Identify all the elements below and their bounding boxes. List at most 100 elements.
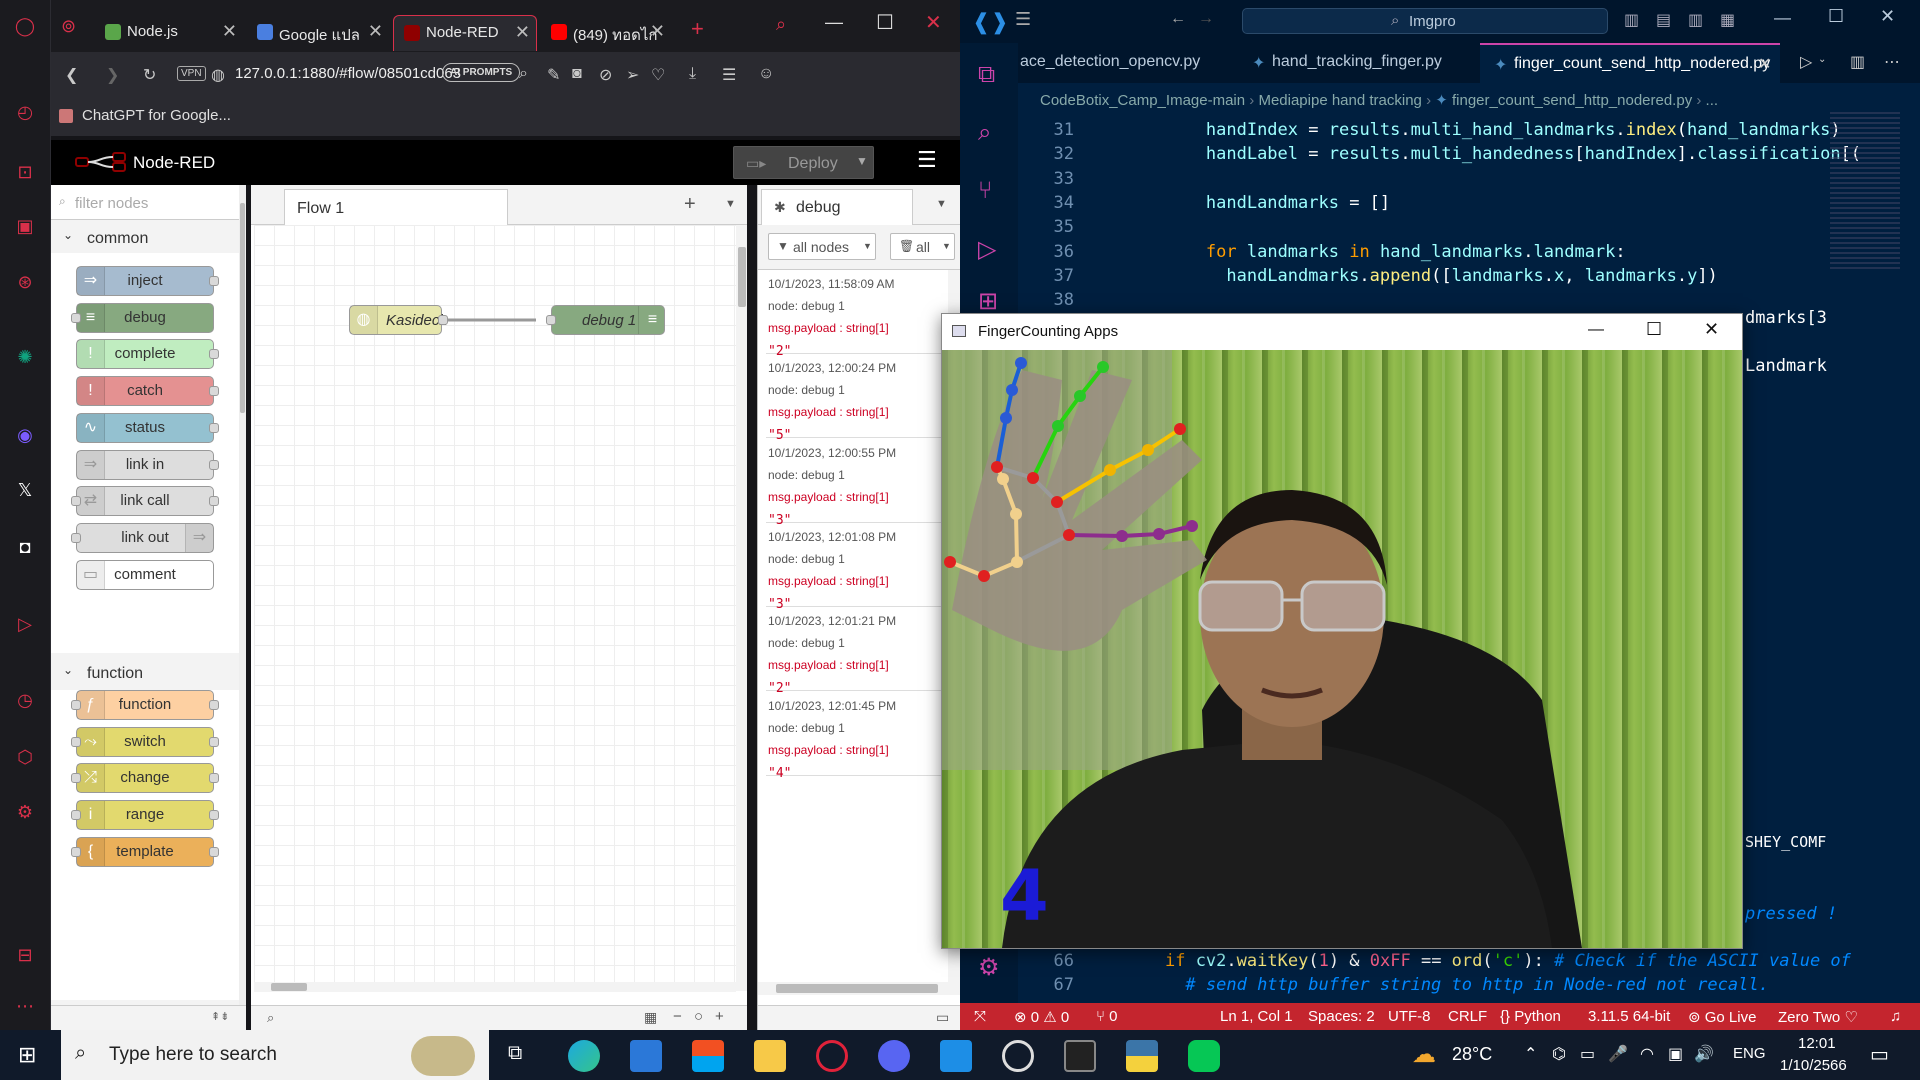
breadcrumb-item[interactable]: CodeBotix_Camp_Image-main xyxy=(1040,92,1245,109)
category-function-header[interactable]: ⌄ function xyxy=(51,655,239,689)
input-port[interactable] xyxy=(546,315,556,325)
toggle-secondary-sidebar-icon[interactable]: ▥ xyxy=(1688,10,1703,30)
code-line[interactable]: 38 xyxy=(1018,288,1858,312)
breadcrumb-item[interactable]: Mediapipe hand tracking xyxy=(1258,92,1421,109)
command-center[interactable]: ⌕ Imgpro xyxy=(1242,8,1608,34)
breadcrumb-item[interactable]: ... xyxy=(1706,92,1719,109)
code-line[interactable]: 34 handLandmarks = [] xyxy=(1018,191,1858,215)
split-editor-icon[interactable]: ▥ xyxy=(1850,52,1865,72)
extensions-icon[interactable]: ⊞ xyxy=(978,287,998,316)
extensions-icon[interactable]: ⬡ xyxy=(13,745,37,769)
battery-icon[interactable]: ▭ xyxy=(1580,1044,1595,1064)
opera-taskbar-icon[interactable] xyxy=(816,1040,848,1072)
edit-icon[interactable]: ✎ xyxy=(547,65,560,85)
flow-list-dropdown-icon[interactable]: ▼ xyxy=(725,198,736,210)
toggle-sidebar-icon[interactable]: ▥ xyxy=(1624,10,1639,30)
ai-prompts-button[interactable]: AI PROMPTS xyxy=(442,63,521,82)
maximize-button[interactable]: ☐ xyxy=(1646,319,1662,340)
discord-taskbar-icon[interactable] xyxy=(878,1040,910,1072)
bookmark-chatgpt[interactable]: ChatGPT for Google... xyxy=(82,107,231,124)
minimap[interactable] xyxy=(1830,112,1900,272)
code-line[interactable]: 67 # send http buffer string to http in … xyxy=(1018,973,1858,997)
debug-filter-button[interactable]: ▼ all nodes ▼ xyxy=(768,233,876,260)
close-window-button[interactable]: ✕ xyxy=(925,10,942,35)
workspace-hscrollbar[interactable] xyxy=(254,982,736,992)
palette-node-inject[interactable]: ⇒ inject xyxy=(76,266,219,296)
shopping-icon[interactable]: ⊡ xyxy=(13,160,37,184)
url-field[interactable]: 127.0.0.1:1880/#flow/08501cd063 xyxy=(235,65,461,82)
send-icon[interactable]: ➢ xyxy=(626,65,639,85)
navigator-icon[interactable]: ▦ xyxy=(644,1009,657,1026)
back-icon[interactable]: ❮ xyxy=(65,65,78,85)
terminal-icon[interactable] xyxy=(1064,1040,1096,1072)
close-icon[interactable]: ✕ xyxy=(222,21,237,42)
code-line[interactable]: 32 handLabel = results.multi_handedness[… xyxy=(1018,142,1862,166)
sidebar-dropdown-icon[interactable]: ▼ xyxy=(936,198,947,210)
obs-icon[interactable] xyxy=(1002,1040,1034,1072)
mail-icon[interactable] xyxy=(630,1040,662,1072)
search-page-icon[interactable]: ⌕ xyxy=(519,65,528,83)
code-line[interactable]: 37 handLandmarks.append([landmarks.x, la… xyxy=(1018,264,1858,288)
go-live-button[interactable]: ⊚ Go Live xyxy=(1688,1008,1756,1026)
run-python-icon[interactable]: ▷ xyxy=(1800,52,1812,72)
filter-nodes-input[interactable]: filter nodes xyxy=(75,195,148,212)
display-icon[interactable]: ▣ xyxy=(1668,1044,1683,1064)
taskbar-search[interactable]: ⌕ Type here to search xyxy=(61,1030,489,1080)
palette-node-range[interactable]: i range xyxy=(71,800,219,831)
tab-hand-tracking[interactable]: ✦ hand_tracking_finger.py xyxy=(1238,43,1478,83)
store-icon[interactable] xyxy=(692,1040,724,1072)
palette-node-complete[interactable]: ! complete xyxy=(76,339,219,370)
remote-icon[interactable]: ⤧ xyxy=(974,1008,986,1025)
workspace-vscrollbar[interactable] xyxy=(736,225,747,991)
discord-icon[interactable]: ◘ xyxy=(13,535,37,559)
palette-node-status[interactable]: ∿ status xyxy=(76,412,219,443)
toggle-panel-icon[interactable]: ▤ xyxy=(1656,10,1671,30)
menu-icon[interactable]: ☰ xyxy=(1015,9,1031,30)
reload-icon[interactable]: ↻ xyxy=(143,65,156,85)
category-common-header[interactable]: ⌄ common xyxy=(51,220,239,254)
weather-icon[interactable]: ☁ xyxy=(1412,1040,1436,1069)
add-flow-button[interactable]: + xyxy=(684,193,696,216)
profile-icon[interactable]: ☺ xyxy=(758,65,774,83)
theme-indicator[interactable]: Zero Two ♡ xyxy=(1778,1008,1858,1026)
forward-icon[interactable]: ❯ xyxy=(106,65,119,85)
language-indicator[interactable]: ENG xyxy=(1733,1045,1766,1062)
tab-node-red[interactable]: Node-RED ✕ xyxy=(393,15,537,51)
palette-search[interactable]: ⌕ filter nodes xyxy=(51,185,246,220)
workspaces-icon[interactable]: ⊚ xyxy=(61,16,76,37)
maximize-button[interactable]: ☐ xyxy=(876,10,894,35)
flow-node-kasidech[interactable]: ◍ Kasidech xyxy=(349,305,448,335)
line-icon[interactable] xyxy=(1188,1040,1220,1072)
search-icon[interactable]: ⌕ xyxy=(978,119,991,147)
palette-node-function[interactable]: ƒ function xyxy=(71,690,219,720)
new-tab-button[interactable]: + xyxy=(691,16,704,42)
palette-node-link-out[interactable]: ⇒ link out xyxy=(71,522,214,553)
heart-icon[interactable]: ♡ xyxy=(651,65,665,85)
windows-start-icon[interactable]: ⊞ xyxy=(18,1042,36,1068)
debug-hscrollbar[interactable] xyxy=(758,982,961,995)
run-debug-icon[interactable]: ▷ xyxy=(978,235,996,264)
breadcrumb-item[interactable]: finger_count_send_http_nodered.py xyxy=(1452,92,1692,109)
show-hidden-icons[interactable]: ⌃ xyxy=(1524,1044,1537,1064)
tab-finger-count[interactable]: ✦ finger_count_send_http_nodered.py ✕ xyxy=(1480,43,1780,83)
messenger-icon[interactable]: ◉ xyxy=(13,423,37,447)
output-port[interactable] xyxy=(438,315,448,325)
debug-message[interactable]: 10/1/2023, 12:00:55 PM node: debug 1 msg.p… xyxy=(766,439,946,528)
twitch-icon[interactable]: ▣ xyxy=(13,214,37,238)
edge-icon[interactable] xyxy=(568,1040,600,1072)
palette-node-link-in[interactable]: ⇒ link in xyxy=(76,449,219,480)
chatgpt-icon[interactable]: ✺ xyxy=(13,345,37,369)
settings-icon[interactable]: ⚙ xyxy=(13,800,37,824)
tab-debug[interactable]: ✱ debug xyxy=(761,189,913,225)
maximize-button[interactable]: ☐ xyxy=(1828,6,1844,27)
tab-nodejs[interactable]: Node.js ✕ xyxy=(95,15,243,51)
more-icon[interactable]: ⋯ xyxy=(13,994,37,1018)
search-icon[interactable]: ⌕ xyxy=(267,1010,274,1026)
player-icon[interactable]: ▷ xyxy=(13,612,37,636)
palette-node-link-call[interactable]: ⇄ link call xyxy=(71,486,219,517)
end-of-line[interactable]: CRLF xyxy=(1448,1008,1487,1025)
manage-gear-icon[interactable]: ⚙ xyxy=(978,953,1000,982)
tab-face-detection[interactable]: ace_detection_opencv.py xyxy=(1018,43,1228,83)
notifications-icon[interactable]: ♫ xyxy=(1890,1008,1901,1025)
speed-dial-icon[interactable]: ◴ xyxy=(13,100,37,124)
